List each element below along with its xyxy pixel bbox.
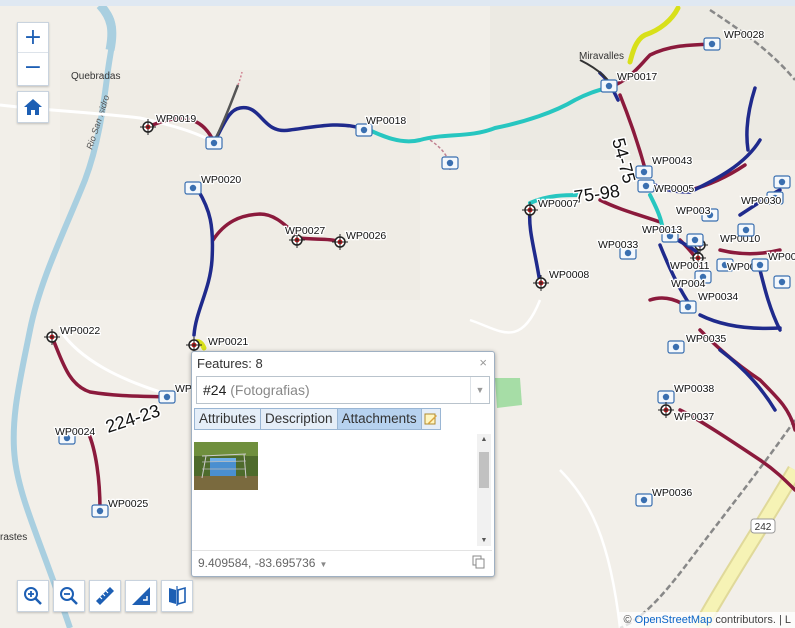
scroll-up-icon[interactable]: ▲ (477, 436, 491, 443)
tab-description[interactable]: Description (260, 408, 338, 430)
coordinates-readout[interactable]: 9.409584, -83.695736 ▼ (198, 556, 327, 570)
top-bar (0, 0, 795, 6)
map-attribution: © OpenStreetMap contributors. | L (619, 612, 795, 628)
waypoint-label: WP0020 (201, 174, 241, 186)
road-shield-label: 242 (755, 522, 772, 533)
tab-attributes[interactable]: Attributes (194, 408, 262, 430)
tab-edit[interactable] (420, 408, 441, 430)
scrollbar[interactable]: ▲ ▼ (477, 434, 491, 546)
waypoint-label: WP0019 (156, 113, 196, 125)
photo-marker[interactable] (737, 223, 755, 237)
waypoint-label: WP0026 (346, 230, 386, 242)
scrollbar-thumb[interactable] (479, 452, 489, 488)
zoom-in-magnifier-icon (24, 587, 42, 605)
zoom-in-button[interactable]: + (18, 23, 48, 53)
waypoint-label: WP0030 (741, 195, 781, 207)
photo-marker[interactable] (773, 275, 791, 289)
tab-attachments[interactable]: Attachments (336, 408, 422, 430)
measure-area-button[interactable] (125, 580, 157, 612)
measure-ruler-icon (96, 587, 114, 605)
home-icon (24, 99, 42, 115)
feature-name: #24 (203, 382, 227, 398)
waypoint-label: WP0043 (652, 155, 692, 167)
photo-marker[interactable] (686, 233, 704, 247)
chevron-down-icon[interactable]: ▼ (470, 377, 489, 403)
waypoint-label: WP0033 (598, 239, 638, 251)
close-icon[interactable]: × (479, 355, 487, 370)
feature-select[interactable]: #24 (Fotografias) ▼ (196, 376, 490, 404)
waypoint-label: WP0008 (549, 269, 589, 281)
waypoint-label: WP0005 (654, 183, 694, 195)
waypoint-marker[interactable]: WP0030 (740, 191, 784, 208)
waypoint-label: WP0021 (208, 336, 248, 348)
popup-title: Features: 8 (197, 356, 263, 371)
photo-marker[interactable] (205, 136, 223, 150)
attachments-panel: ▲ ▼ (192, 434, 492, 546)
popup-tabs: Attributes Description Attachments (194, 408, 441, 430)
waypoint-label: WP0007 (538, 198, 578, 210)
waypoint-label: WP004 (671, 278, 706, 290)
waypoint-label: WP0037 (674, 411, 714, 423)
waypoint-label: WP0027 (285, 225, 325, 237)
copy-icon[interactable] (472, 555, 486, 569)
waypoint-label: WP0018 (366, 115, 406, 127)
waypoint-label: WP003 (676, 205, 711, 217)
place-label-rastes: rastes (0, 532, 27, 543)
photo-marker[interactable] (773, 175, 791, 189)
swipe-compare-icon (169, 586, 186, 606)
waypoint-label: WP0034 (698, 291, 738, 303)
place-label-quebradas: Quebradas (71, 71, 120, 82)
waypoint-label: WP0022 (60, 325, 100, 337)
attachment-thumbnail[interactable] (194, 442, 258, 490)
photo-marker[interactable] (441, 156, 459, 170)
scroll-down-icon[interactable]: ▼ (477, 537, 491, 544)
swipe-compare-button[interactable] (161, 580, 193, 612)
measure-area-icon (132, 587, 150, 605)
leaflet-link[interactable]: L (785, 614, 791, 626)
feature-layer: (Fotografias) (230, 382, 310, 398)
zoom-in-tool-button[interactable] (17, 580, 49, 612)
waypoint-label: WP0011 (670, 260, 710, 272)
measure-distance-button[interactable] (89, 580, 121, 612)
feature-popup: Features: 8 × #24 (Fotografias) ▼ Attrib… (191, 351, 495, 577)
home-button[interactable] (17, 91, 49, 123)
waypoint-label: WP0035 (686, 333, 726, 345)
waypoint-label: WP0017 (617, 71, 657, 83)
zoom-control: + − (17, 22, 49, 86)
waypoint-label: WP0028 (724, 29, 764, 41)
waypoint-label: WP0025 (108, 498, 148, 510)
waypoint-label: WP0013 (642, 224, 682, 236)
zoom-out-magnifier-icon (60, 587, 78, 605)
waypoint-label: WP0038 (674, 383, 714, 395)
popup-footer: 9.409584, -83.695736 ▼ (192, 550, 492, 575)
waypoint-label: WP0024 (55, 426, 95, 438)
popup-header: Features: 8 × (192, 352, 494, 374)
osm-link[interactable]: OpenStreetMap (635, 614, 713, 626)
zoom-out-tool-button[interactable] (53, 580, 85, 612)
zoom-out-button[interactable]: − (18, 53, 48, 83)
waypoint-label: WP0036 (652, 487, 692, 499)
edit-note-icon (424, 413, 437, 425)
waypoint-label: WP003 (768, 251, 795, 263)
chevron-down-icon: ▼ (319, 560, 328, 569)
place-label-miravalles: Miravalles (579, 51, 624, 62)
